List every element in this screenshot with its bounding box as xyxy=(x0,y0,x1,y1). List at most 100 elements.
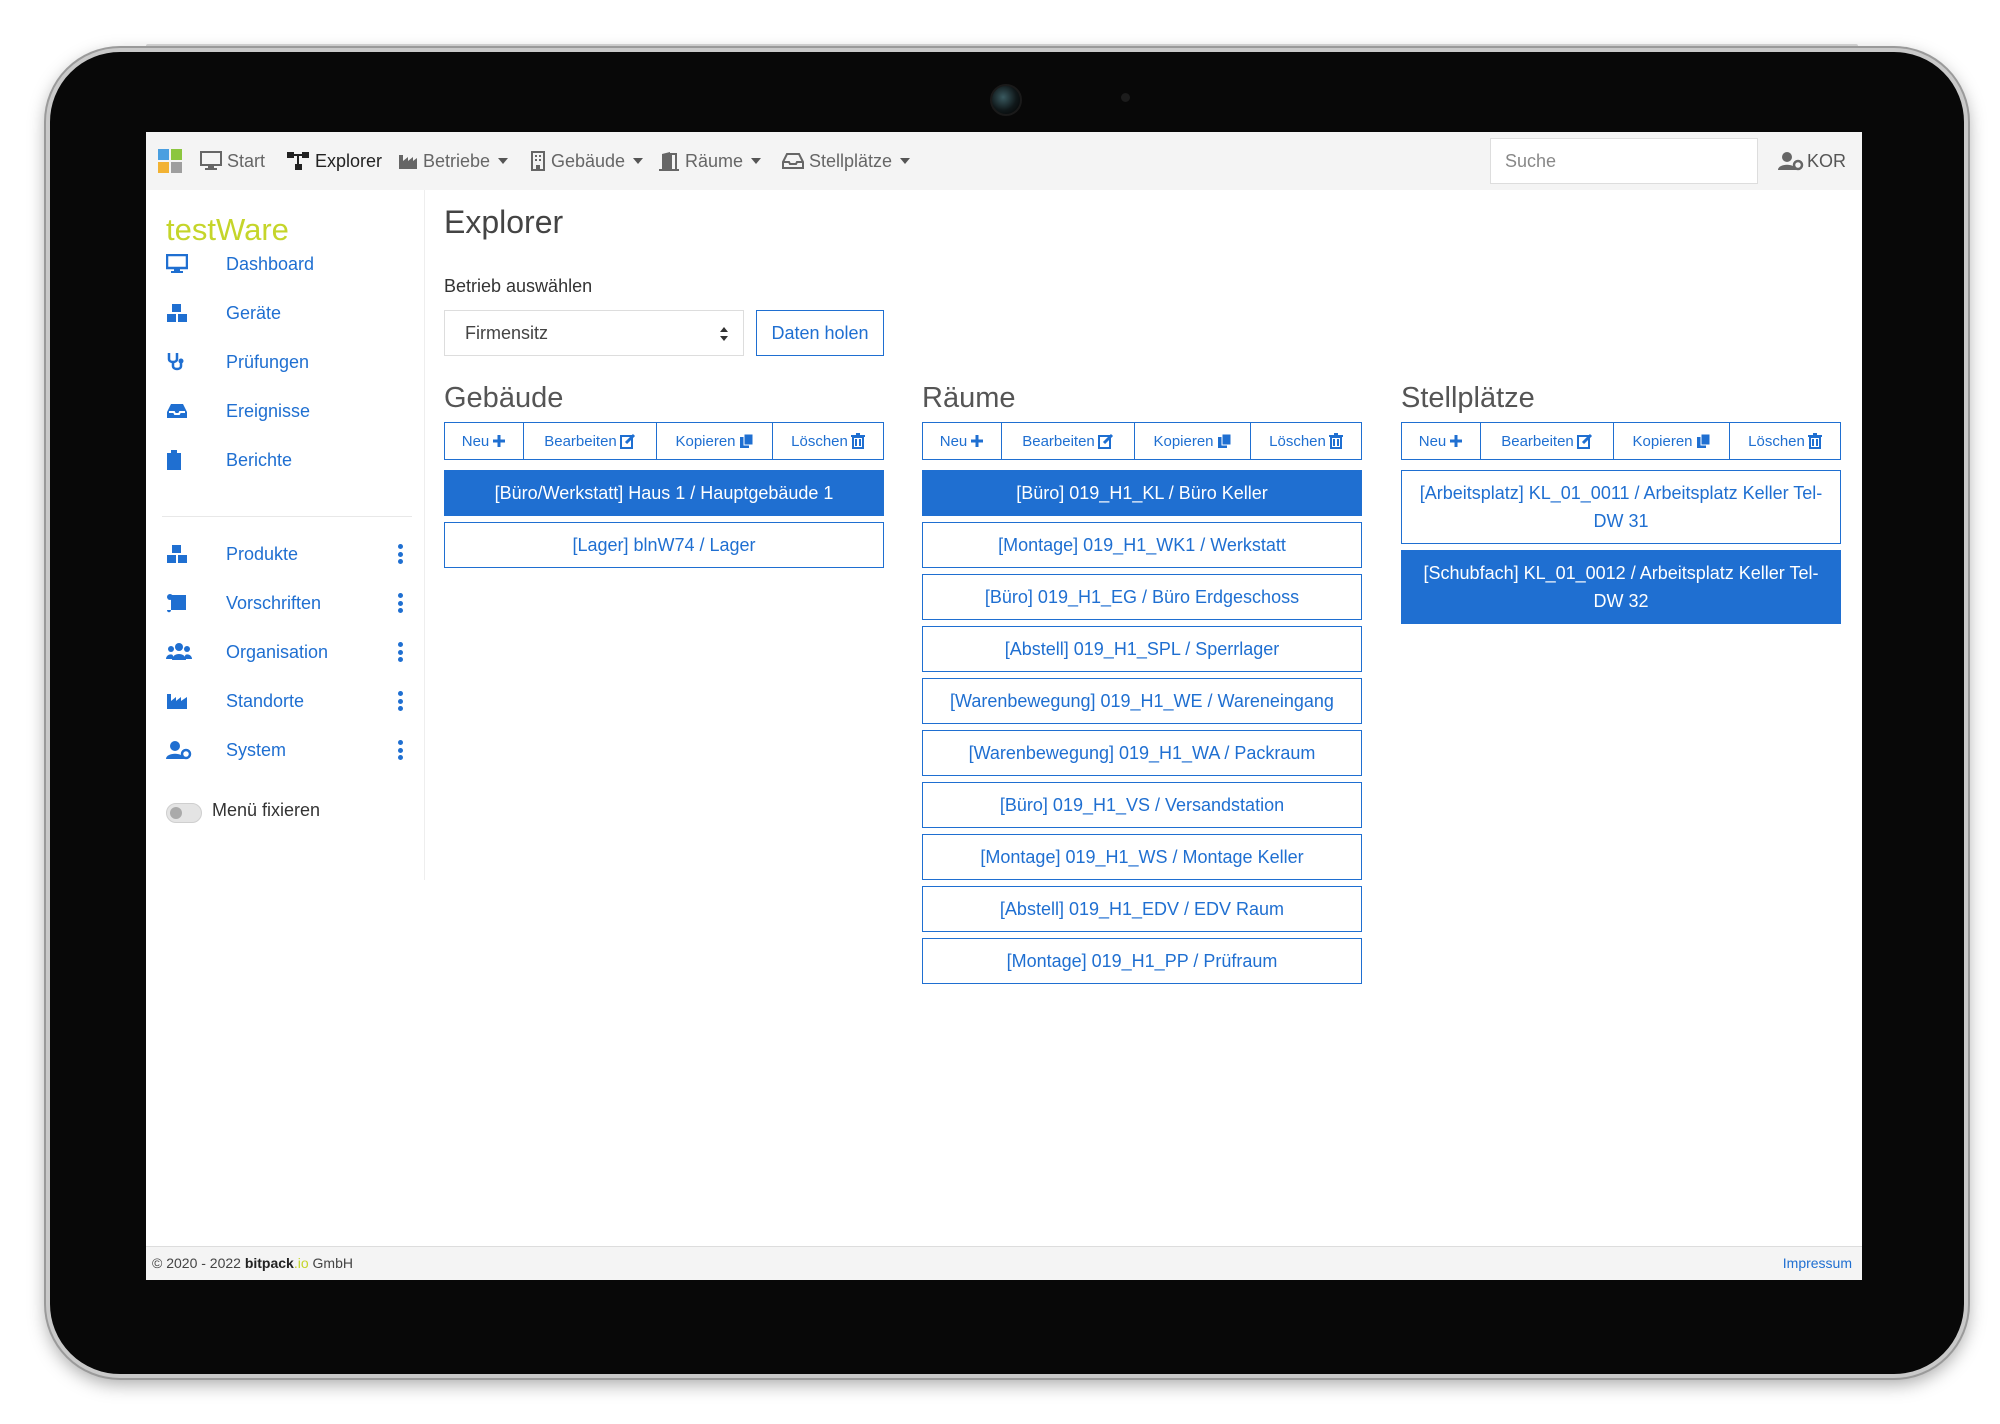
nav-gebaeude[interactable]: Gebäude xyxy=(530,132,644,190)
nav-start[interactable]: Start xyxy=(200,132,265,190)
door-icon xyxy=(659,152,679,171)
new-button[interactable]: Neu xyxy=(1401,422,1481,460)
list-item[interactable]: [Abstell] 019_H1_SPL / Sperrlager xyxy=(922,626,1362,672)
desktop-icon xyxy=(200,151,222,170)
list-item[interactable]: [Arbeitsplatz] KL_01_0011 / Arbeitsplatz… xyxy=(1401,470,1841,544)
sidebar-item-geraete[interactable]: Geräte xyxy=(166,295,416,331)
copy-button[interactable]: Kopieren xyxy=(656,422,773,460)
sidebar-item-dashboard[interactable]: Dashboard xyxy=(166,246,416,282)
plus-icon xyxy=(971,435,984,447)
delete-button[interactable]: Löschen xyxy=(772,422,884,460)
copy-icon xyxy=(1217,433,1232,448)
more-options-icon[interactable] xyxy=(398,691,404,711)
sidebar-item-ereignisse[interactable]: Ereignisse xyxy=(166,393,416,429)
copy-button-label: Kopieren xyxy=(1153,432,1214,450)
nav-betriebe-label: Betriebe xyxy=(423,150,491,171)
new-button[interactable]: Neu xyxy=(922,422,1002,460)
user-menu[interactable]: KOR xyxy=(1778,132,1846,190)
more-options-icon[interactable] xyxy=(398,642,404,662)
nav-betriebe[interactable]: Betriebe xyxy=(398,132,509,190)
sidebar-group-standorte[interactable]: Standorte xyxy=(166,683,416,719)
delete-button-label: Löschen xyxy=(1269,432,1326,450)
delete-button[interactable]: Löschen xyxy=(1729,422,1841,460)
search-input[interactable] xyxy=(1490,138,1758,184)
column-title: Räume xyxy=(922,382,1016,414)
list-item[interactable]: [Lager] blnW74 / Lager xyxy=(444,522,884,568)
betrieb-select[interactable]: Firmensitz xyxy=(444,310,744,356)
sidebar-item-pruefungen[interactable]: Prüfungen xyxy=(166,344,416,380)
footer: © 2020 - 2022 bitpack.io GmbH Impressum xyxy=(146,1246,1862,1280)
clipboard-icon xyxy=(167,450,181,470)
company-name: bitpack xyxy=(244,1255,294,1271)
trash-icon xyxy=(850,433,865,449)
sidebar-item-label: Ereignisse xyxy=(226,400,311,421)
nav-explorer[interactable]: Explorer xyxy=(286,132,382,190)
list-item[interactable]: [Montage] 019_H1_PP / Prüfraum xyxy=(922,938,1362,984)
list-item[interactable]: [Büro] 019_H1_VS / Versandstation xyxy=(922,782,1362,828)
company-suffix: GmbH xyxy=(312,1255,353,1271)
stellplaetze-list: [Arbeitsplatz] KL_01_0011 / Arbeitsplatz… xyxy=(1401,470,1841,630)
sidebar-group-system[interactable]: System xyxy=(166,732,416,768)
list-item[interactable]: [Büro/Werkstatt] Haus 1 / Hauptgebäude 1 xyxy=(444,470,884,516)
sidebar-item-label: Berichte xyxy=(226,449,293,470)
app-screen: Start Explorer Betriebe Gebäude Räume St… xyxy=(146,132,1862,1280)
plus-icon xyxy=(493,435,506,447)
fetch-data-button[interactable]: Daten holen xyxy=(756,310,884,356)
sort-arrows-icon xyxy=(720,327,728,341)
user-cog-icon xyxy=(1778,152,1804,171)
column-title: Gebäude xyxy=(444,382,564,414)
impressum-link[interactable]: Impressum xyxy=(1783,1255,1852,1271)
edit-button[interactable]: Bearbeiten xyxy=(523,422,657,460)
boxes-icon xyxy=(167,545,187,563)
edit-button-label: Bearbeiten xyxy=(1022,432,1095,450)
delete-button-label: Löschen xyxy=(1748,432,1805,450)
nav-stellplaetze-label: Stellplätze xyxy=(809,150,893,171)
list-item[interactable]: [Warenbewegung] 019_H1_WA / Packraum xyxy=(922,730,1362,776)
list-item[interactable]: [Schubfach] KL_01_0012 / Arbeitsplatz Ke… xyxy=(1401,550,1841,624)
sidebar-group-organisation[interactable]: Organisation xyxy=(166,634,416,670)
copy-button[interactable]: Kopieren xyxy=(1134,422,1251,460)
menu-fix-label: Menü fixieren xyxy=(212,800,321,820)
list-item[interactable]: [Abstell] 019_H1_EDV / EDV Raum xyxy=(922,886,1362,932)
trash-icon xyxy=(1807,433,1822,449)
user-name: KOR xyxy=(1807,150,1847,171)
column-title: Stellplätze xyxy=(1401,382,1535,414)
list-item[interactable]: [Büro] 019_H1_EG / Büro Erdgeschoss xyxy=(922,574,1362,620)
copy-icon xyxy=(739,433,754,448)
raeume-actions: Neu Bearbeiten Kopieren Löschen xyxy=(922,422,1362,460)
company-io: .io xyxy=(293,1255,309,1271)
copy-button-label: Kopieren xyxy=(1632,432,1693,450)
more-options-icon[interactable] xyxy=(398,593,404,613)
top-navbar: Start Explorer Betriebe Gebäude Räume St… xyxy=(146,132,1862,190)
new-button-label: Neu xyxy=(1418,432,1447,450)
chevron-down-icon xyxy=(900,158,911,164)
sidebar-item-berichte[interactable]: Berichte xyxy=(166,442,416,478)
sidebar-group-label: Organisation xyxy=(226,641,329,662)
stethoscope-icon xyxy=(167,353,184,371)
list-item[interactable]: [Warenbewegung] 019_H1_WE / Wareneingang xyxy=(922,678,1362,724)
list-item[interactable]: [Montage] 019_H1_WS / Montage Keller xyxy=(922,834,1362,880)
sidebar-group-label: Produkte xyxy=(226,543,299,564)
copy-button[interactable]: Kopieren xyxy=(1613,422,1730,460)
more-options-icon[interactable] xyxy=(398,740,404,760)
edit-icon xyxy=(1576,433,1592,449)
plus-icon xyxy=(1450,435,1463,447)
edit-button[interactable]: Bearbeiten xyxy=(1001,422,1135,460)
app-logo-icon[interactable] xyxy=(158,149,182,173)
delete-button[interactable]: Löschen xyxy=(1250,422,1362,460)
copy-icon xyxy=(1696,433,1711,448)
edit-button[interactable]: Bearbeiten xyxy=(1480,422,1614,460)
chevron-down-icon xyxy=(751,158,762,164)
nav-stellplaetze[interactable]: Stellplätze xyxy=(782,132,911,190)
brand-logo[interactable]: testWare xyxy=(166,212,289,248)
boxes-icon xyxy=(167,304,187,322)
list-item[interactable]: [Montage] 019_H1_WK1 / Werkstatt xyxy=(922,522,1362,568)
more-options-icon[interactable] xyxy=(398,544,404,564)
list-item[interactable]: [Büro] 019_H1_KL / Büro Keller xyxy=(922,470,1362,516)
sidebar-group-vorschriften[interactable]: Vorschriften xyxy=(166,585,416,621)
sidebar-group-produkte[interactable]: Produkte xyxy=(166,536,416,572)
nav-raeume[interactable]: Räume xyxy=(658,132,762,190)
menu-fix-toggle[interactable] xyxy=(166,803,202,823)
new-button[interactable]: Neu xyxy=(444,422,524,460)
inbox-icon xyxy=(782,153,804,169)
